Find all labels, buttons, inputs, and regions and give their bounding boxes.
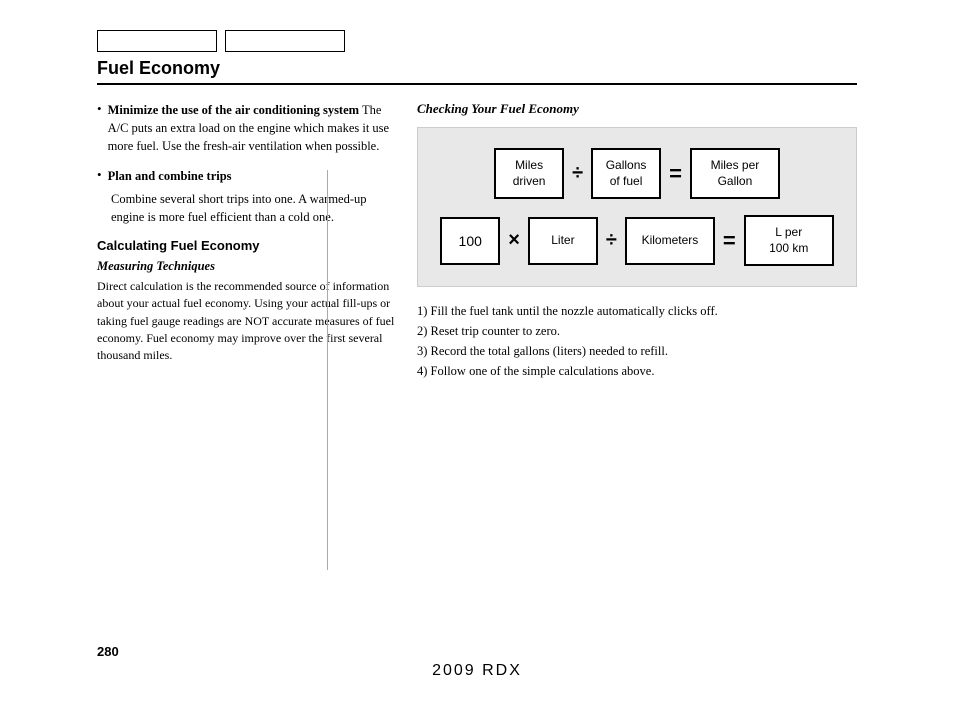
formula-box-miles-driven: Milesdriven <box>494 148 564 199</box>
bullet-item-1: • Minimize the use of the air conditioni… <box>97 101 397 155</box>
liter-label: Liter <box>551 233 574 249</box>
section-title: Fuel Economy <box>97 58 857 85</box>
miles-driven-label: Milesdriven <box>513 158 546 189</box>
main-columns: • Minimize the use of the air conditioni… <box>97 101 857 381</box>
formula-box-l-per-100km: L per100 km <box>744 215 834 266</box>
hundred-label: 100 <box>459 232 482 250</box>
formula-row-1: Milesdriven ÷ Gallonsof fuel = Miles per… <box>434 148 840 199</box>
step-item-3: 3) Record the total gallons (liters) nee… <box>417 341 857 361</box>
checking-title: Checking Your Fuel Economy <box>417 101 857 117</box>
multiply-operator: × <box>508 229 520 252</box>
bullet-dot-2: • <box>97 167 102 185</box>
formula-box-gallons: Gallonsof fuel <box>591 148 661 199</box>
gallons-label: Gallonsof fuel <box>606 158 647 189</box>
page-content: Fuel Economy • Minimize the use of the a… <box>97 0 857 381</box>
formula-box-liter: Liter <box>528 217 598 265</box>
right-column: Checking Your Fuel Economy Milesdriven ÷… <box>417 101 857 381</box>
formula-box-100: 100 <box>440 217 500 265</box>
equals-operator-2: = <box>723 228 736 254</box>
car-model: 2009 RDX <box>432 662 522 680</box>
equals-operator-1: = <box>669 161 682 187</box>
page-container: Fuel Economy • Minimize the use of the a… <box>0 0 954 710</box>
bullet-item-2: • Plan and combine trips <box>97 167 397 185</box>
bullet-text-2: Plan and combine trips <box>108 167 232 185</box>
bullet-bold-2: Plan and combine trips <box>108 169 232 183</box>
bullet-text-1: Minimize the use of the air conditioning… <box>108 101 397 155</box>
tab-box-1[interactable] <box>97 30 217 52</box>
calculating-title: Calculating Fuel Economy <box>97 238 397 253</box>
left-column: • Minimize the use of the air conditioni… <box>97 101 397 381</box>
step-item-1: 1) Fill the fuel tank until the nozzle a… <box>417 301 857 321</box>
formula-row-2: 100 × Liter ÷ Kilometers = L per100 km <box>434 215 840 266</box>
bullet-subtext-2: Combine several short trips into one. A … <box>111 190 397 226</box>
tab-box-2[interactable] <box>225 30 345 52</box>
page-number-text: 280 <box>97 644 119 659</box>
formula-box-kilometers: Kilometers <box>625 217 715 265</box>
l-per-100km-label: L per100 km <box>769 225 808 256</box>
diagram-box: Milesdriven ÷ Gallonsof fuel = Miles per… <box>417 127 857 287</box>
steps-list: 1) Fill the fuel tank until the nozzle a… <box>417 301 857 381</box>
mpg-label: Miles perGallon <box>711 158 760 189</box>
bullet-dot-1: • <box>97 101 102 155</box>
measuring-text: Direct calculation is the recommended so… <box>97 278 397 365</box>
kilometers-label: Kilometers <box>642 233 699 249</box>
header-tabs <box>97 30 857 52</box>
step-item-4: 4) Follow one of the simple calculations… <box>417 361 857 381</box>
formula-box-mpg: Miles perGallon <box>690 148 780 199</box>
divide-operator-1: ÷ <box>572 162 583 185</box>
bullet-bold-1: Minimize the use of the air conditioning… <box>108 103 360 117</box>
bullet-plan-trips: • Plan and combine trips Combine several… <box>97 167 397 225</box>
step-item-2: 2) Reset trip counter to zero. <box>417 321 857 341</box>
measuring-title: Measuring Techniques <box>97 259 397 274</box>
bullet-minimize-ac: • Minimize the use of the air conditioni… <box>97 101 397 155</box>
column-divider <box>327 170 328 570</box>
page-number: 280 <box>97 644 119 660</box>
divide-operator-2: ÷ <box>606 229 617 252</box>
